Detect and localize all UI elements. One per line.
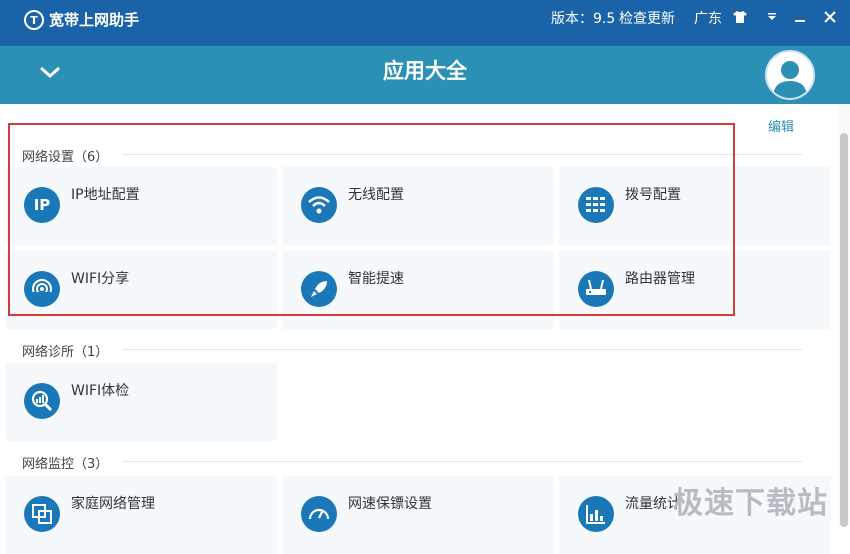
skin-icon[interactable]	[729, 6, 751, 28]
app-title: 宽带上网助手	[49, 11, 140, 29]
region-selector[interactable]: 广东	[694, 8, 722, 28]
page-header: 应用大全	[0, 46, 850, 104]
app-card-label: 家庭网络管理	[71, 496, 155, 512]
edit-link[interactable]: 编辑	[768, 116, 794, 135]
app-card-label: 网速保镖设置	[348, 496, 432, 512]
close-icon[interactable]	[819, 6, 841, 28]
version-label: 版本：9.5	[551, 11, 616, 27]
wifi-check-icon	[24, 383, 60, 419]
scrollbar-thumb[interactable]	[840, 133, 848, 527]
app-card-speed-guard[interactable]: 网速保镖设置	[282, 476, 554, 554]
app-card-home-network[interactable]: 家庭网络管理	[5, 476, 277, 554]
page-title: 应用大全	[383, 59, 467, 83]
section-title-network-monitor: 网络监控（3）	[22, 457, 109, 472]
check-update-link[interactable]: 检查更新	[619, 8, 675, 28]
section-divider	[122, 461, 802, 462]
menu-dropdown-icon[interactable]	[761, 6, 783, 28]
section-divider	[122, 349, 802, 350]
watermark: 极速下载站	[673, 486, 828, 521]
section-title-network-clinic: 网络诊所（1）	[22, 345, 109, 360]
highlight-box	[8, 123, 735, 316]
app-logo-icon: T	[24, 10, 44, 30]
app-card-label: WIFI体检	[71, 383, 130, 399]
app-card-wifi-check[interactable]: WIFI体检	[5, 363, 277, 441]
avatar[interactable]	[765, 50, 815, 100]
minimize-icon[interactable]	[789, 6, 811, 28]
title-bar: T 宽带上网助手 版本：9.5 检查更新 广东	[0, 0, 850, 46]
